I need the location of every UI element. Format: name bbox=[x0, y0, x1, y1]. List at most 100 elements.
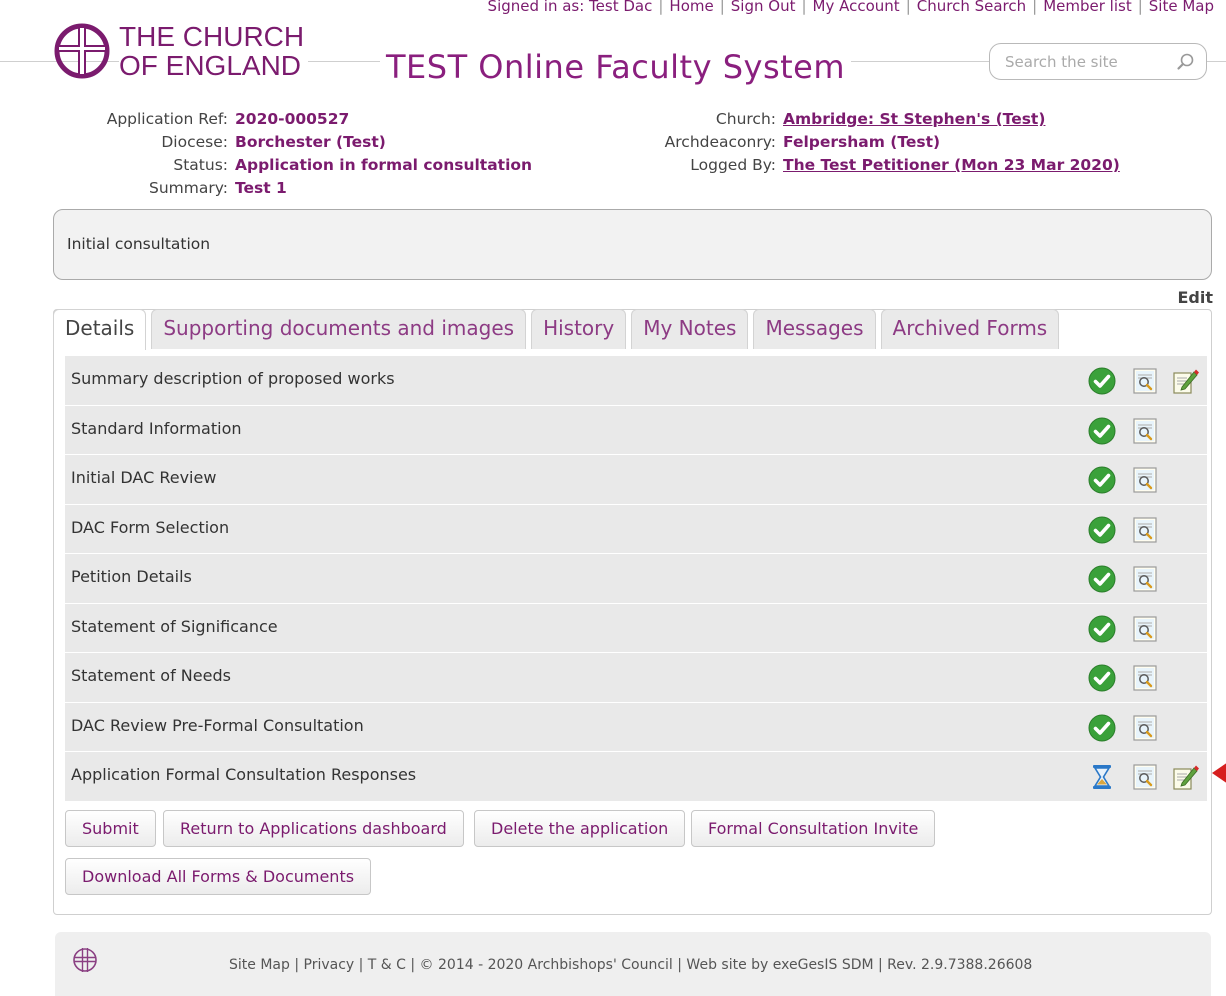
form-row[interactable]: Initial DAC Review bbox=[65, 455, 1207, 505]
form-label[interactable]: DAC Form Selection bbox=[71, 518, 229, 537]
submit-button[interactable]: Submit bbox=[65, 810, 156, 847]
topnav-separator: | bbox=[801, 0, 807, 15]
info-row: Application Ref: 2020-000527 bbox=[60, 108, 532, 131]
info-value[interactable]: The Test Petitioner (Mon 23 Mar 2020) bbox=[783, 154, 1120, 177]
brand-name[interactable]: THE CHURCH OF ENGLAND bbox=[119, 21, 309, 81]
info-label: Diocese: bbox=[161, 133, 228, 151]
topnav-item[interactable]: Home bbox=[669, 0, 713, 15]
info-row: Logged By: The Test Petitioner (Mon 23 Ma… bbox=[620, 154, 1120, 177]
info-value: 2020-000527 bbox=[235, 110, 350, 128]
top-navigation: Signed in as: Test Dac | Home | Sign Out | My … bbox=[488, 0, 1214, 15]
info-value: Test 1 bbox=[235, 179, 287, 197]
form-row[interactable]: Summary description of proposed works bbox=[65, 356, 1207, 406]
view-form-icon[interactable] bbox=[1131, 417, 1159, 445]
form-row[interactable]: DAC Form Selection bbox=[65, 504, 1207, 554]
form-row[interactable]: Petition Details bbox=[65, 554, 1207, 604]
complete-check-icon bbox=[1088, 417, 1116, 444]
info-row: Summary: Test 1 bbox=[60, 177, 532, 200]
info-row: Status: Application in formal consultatio… bbox=[60, 154, 532, 177]
topnav-separator: | bbox=[1032, 0, 1038, 15]
complete-check-icon bbox=[1088, 714, 1116, 741]
form-row[interactable]: Statement of Needs bbox=[65, 653, 1207, 703]
info-label: Status: bbox=[173, 156, 228, 174]
form-row[interactable]: Statement of Significance bbox=[65, 603, 1207, 653]
topnav-item[interactable]: Sign Out bbox=[731, 0, 796, 15]
form-label[interactable]: Initial DAC Review bbox=[71, 468, 216, 487]
tab-history[interactable]: History bbox=[531, 309, 627, 349]
complete-check-icon bbox=[1088, 615, 1116, 642]
view-form-icon[interactable] bbox=[1131, 466, 1159, 494]
topnav-item: Signed in as: Test Dac bbox=[487, 0, 653, 15]
complete-check-icon bbox=[1088, 367, 1116, 395]
pending-hourglass-icon bbox=[1093, 765, 1111, 789]
form-label[interactable]: DAC Review Pre-Formal Consultation bbox=[71, 716, 364, 735]
tab-details[interactable]: Details bbox=[53, 309, 147, 350]
footer-text[interactable]: Site Map | Privacy | T & C | © 2014 - 20… bbox=[229, 957, 1032, 973]
brand-line-1: THE CHURCH bbox=[119, 21, 305, 52]
view-form-icon[interactable] bbox=[1131, 565, 1159, 593]
tab-my-notes[interactable]: My Notes bbox=[631, 309, 749, 349]
form-row[interactable]: DAC Review Pre-Formal Consultation bbox=[65, 702, 1207, 752]
info-row: Church: Ambridge: St Stephen's (Test) bbox=[620, 108, 1120, 131]
view-form-icon[interactable] bbox=[1131, 763, 1159, 791]
topnav-item[interactable]: My Account bbox=[813, 0, 900, 15]
view-form-icon[interactable] bbox=[1131, 714, 1159, 742]
form-label[interactable]: Statement of Significance bbox=[71, 617, 278, 636]
topnav-separator: | bbox=[658, 0, 664, 15]
form-row[interactable]: Standard Information bbox=[65, 405, 1207, 455]
topnav-item[interactable]: Church Search bbox=[917, 0, 1026, 15]
footer-logo-icon bbox=[73, 948, 97, 972]
complete-check-icon bbox=[1088, 516, 1116, 543]
application-info-left: Application Ref: 2020-000527 Diocese: Borch… bbox=[60, 108, 532, 200]
info-value[interactable]: Ambridge: St Stephen's (Test) bbox=[783, 108, 1045, 131]
view-form-icon[interactable] bbox=[1131, 367, 1159, 395]
view-form-icon[interactable] bbox=[1131, 615, 1159, 643]
formal-consultation-invite-button[interactable]: Formal Consultation Invite bbox=[691, 810, 936, 847]
view-form-icon[interactable] bbox=[1131, 516, 1159, 544]
delete-application-button[interactable]: Delete the application bbox=[474, 810, 686, 847]
form-label[interactable]: Summary description of proposed works bbox=[71, 369, 395, 388]
info-label: Logged By: bbox=[690, 156, 776, 174]
complete-check-icon bbox=[1088, 466, 1116, 494]
church-of-england-logo-icon[interactable] bbox=[52, 22, 112, 80]
topnav-item[interactable]: Member list bbox=[1043, 0, 1132, 15]
info-row: Diocese: Borchester (Test) bbox=[60, 131, 532, 154]
search-input[interactable] bbox=[1003, 52, 1173, 72]
consultation-note: Initial consultation bbox=[53, 209, 1212, 280]
form-label[interactable]: Application Formal Consultation Response… bbox=[71, 765, 416, 784]
form-label[interactable]: Standard Information bbox=[71, 419, 242, 438]
info-value: Application in formal consultation bbox=[235, 156, 533, 174]
form-label[interactable]: Petition Details bbox=[71, 567, 192, 586]
complete-check-icon bbox=[1088, 664, 1116, 692]
topnav-separator: | bbox=[1137, 0, 1143, 15]
pointer-arrow-icon bbox=[1212, 763, 1226, 783]
system-title: TEST Online Faculty System bbox=[380, 48, 852, 86]
topnav-separator: | bbox=[719, 0, 725, 15]
tab-archived-forms[interactable]: Archived Forms bbox=[880, 309, 1060, 349]
footer: Site Map | Privacy | T & C | © 2014 - 20… bbox=[55, 932, 1211, 996]
info-label: Application Ref: bbox=[106, 110, 228, 128]
info-label: Church: bbox=[715, 110, 776, 128]
info-label: Summary: bbox=[149, 179, 228, 197]
search-box bbox=[989, 43, 1207, 80]
application-info-right: Church: Ambridge: St Stephen's (Test) Arch… bbox=[620, 108, 1120, 177]
search-icon[interactable] bbox=[1176, 52, 1196, 72]
form-label[interactable]: Statement of Needs bbox=[71, 666, 231, 685]
view-form-icon[interactable] bbox=[1131, 664, 1159, 692]
info-value: Felpersham (Test) bbox=[783, 133, 941, 151]
edit-link[interactable]: Edit bbox=[1177, 288, 1213, 307]
form-row[interactable]: Application Formal Consultation Response… bbox=[65, 752, 1207, 802]
topnav-separator: | bbox=[905, 0, 911, 15]
edit-form-icon[interactable] bbox=[1171, 763, 1199, 791]
download-all-button[interactable]: Download All Forms & Documents bbox=[65, 858, 372, 895]
return-dashboard-button[interactable]: Return to Applications dashboard bbox=[163, 810, 464, 847]
edit-form-icon[interactable] bbox=[1171, 367, 1199, 395]
info-value: Borchester (Test) bbox=[235, 133, 386, 151]
form-list: Summary description of proposed works Sta… bbox=[65, 356, 1207, 802]
tab-supporting-documents-and-images[interactable]: Supporting documents and images bbox=[151, 309, 527, 349]
tab-bar: Details Supporting documents and images Hi… bbox=[53, 309, 1064, 350]
tab-messages[interactable]: Messages bbox=[753, 309, 876, 349]
brand-line-2: OF ENGLAND bbox=[119, 50, 302, 81]
complete-check-icon bbox=[1088, 565, 1116, 593]
topnav-item[interactable]: Site Map bbox=[1149, 0, 1214, 15]
